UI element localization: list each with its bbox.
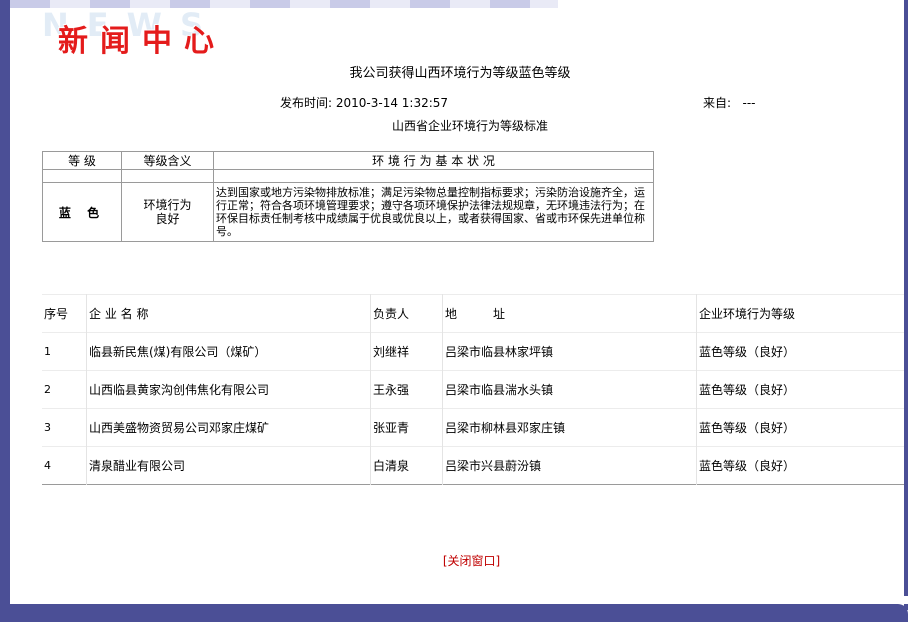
row-company: 山西美盛物资贸易公司邓家庄煤矿 xyxy=(86,408,371,447)
row-contact: 白清泉 xyxy=(370,446,443,485)
row-company: 清泉醋业有限公司 xyxy=(86,446,371,485)
publish-time-value: 2010-3-14 1:32:57 xyxy=(335,96,449,110)
row-contact: 王永强 xyxy=(370,370,443,409)
frame-bottom-border xyxy=(0,604,908,622)
header-description: 环 境 行 为 基 本 状 况 xyxy=(213,151,654,170)
source-value: --- xyxy=(742,96,756,110)
header-grade: 企业环境行为等级 xyxy=(696,294,904,333)
row-grade: 蓝色等级（良好） xyxy=(696,408,904,447)
company-table: 序号 企 业 名 称 负责人 地 址 企业环境行为等级 1 临县新民焦(煤)有限… xyxy=(42,294,904,485)
company-header-row: 序号 企 业 名 称 负责人 地 址 企业环境行为等级 xyxy=(42,294,904,333)
close-window-link[interactable]: [关闭窗口] xyxy=(0,552,920,569)
header-contact: 负责人 xyxy=(370,294,443,333)
header-address: 地 址 xyxy=(442,294,697,333)
table-row: 2 山西临县黄家沟创伟焦化有限公司 王永强 吕梁市临县湍水头镇 蓝色等级（良好） xyxy=(42,370,904,409)
description-cell: 达到国家或地方污染物排放标准；满足污染物总量控制指标要求；污染防治设施齐全，运行… xyxy=(213,182,654,242)
row-index: 2 xyxy=(44,383,51,396)
row-company: 临县新民焦(煤)有限公司（煤矿） xyxy=(86,332,371,371)
row-index: 3 xyxy=(44,421,51,434)
article-title: 我公司获得山西环境行为等级蓝色等级 xyxy=(349,66,571,81)
source: 来自: --- xyxy=(703,94,756,111)
row-company: 山西临县黄家沟创伟焦化有限公司 xyxy=(86,370,371,409)
grade-standard-table: 等 级 等级含义 环 境 行 为 基 本 状 况 蓝 色 环境行为良好 达到国家… xyxy=(42,151,654,242)
row-address: 吕梁市临县林家坪镇 xyxy=(442,332,697,371)
frame-left-border xyxy=(0,0,10,622)
row-contact: 张亚青 xyxy=(370,408,443,447)
source-label: 来自: xyxy=(703,96,732,110)
row-address: 吕梁市临县湍水头镇 xyxy=(442,370,697,409)
table-row: 1 临县新民焦(煤)有限公司（煤矿） 刘继祥 吕梁市临县林家坪镇 蓝色等级（良好… xyxy=(42,332,904,371)
grade-cell: 蓝 色 xyxy=(42,182,122,242)
publish-time: 发布时间: 2010-3-14 1:32:57 xyxy=(280,94,448,111)
row-index: 1 xyxy=(44,345,51,358)
table-header-row: 等 级 等级含义 环 境 行 为 基 本 状 况 xyxy=(42,151,654,170)
header-grade: 等 级 xyxy=(42,151,122,170)
frame-bottom-curve xyxy=(10,596,908,604)
row-grade: 蓝色等级（良好） xyxy=(696,332,904,371)
row-contact: 刘继祥 xyxy=(370,332,443,371)
frame-right-border xyxy=(904,0,908,610)
row-grade: 蓝色等级（良好） xyxy=(696,370,904,409)
table-blank-row xyxy=(42,169,654,183)
row-index: 4 xyxy=(44,459,51,472)
section-title: 新闻中心 xyxy=(58,24,226,59)
header-company: 企 业 名 称 xyxy=(86,294,371,333)
row-address: 吕梁市柳林县邓家庄镇 xyxy=(442,408,697,447)
standard-subtitle: 山西省企业环境行为等级标准 xyxy=(391,119,548,133)
row-address: 吕梁市兴县蔚汾镇 xyxy=(442,446,697,485)
table-row: 3 山西美盛物资贸易公司邓家庄煤矿 张亚青 吕梁市柳林县邓家庄镇 蓝色等级（良好… xyxy=(42,408,904,447)
table-row: 4 清泉醋业有限公司 白清泉 吕梁市兴县蔚汾镇 蓝色等级（良好） xyxy=(42,446,904,485)
meaning-cell: 环境行为良好 xyxy=(121,182,214,242)
table-row: 蓝 色 环境行为良好 达到国家或地方污染物排放标准；满足污染物总量控制指标要求；… xyxy=(42,182,654,242)
publish-time-label: 发布时间: xyxy=(280,96,333,110)
row-grade: 蓝色等级（良好） xyxy=(696,446,904,485)
header-meaning: 等级含义 xyxy=(121,151,214,170)
header-index: 序号 xyxy=(44,307,69,321)
meaning-text: 环境行为良好 xyxy=(143,198,192,226)
